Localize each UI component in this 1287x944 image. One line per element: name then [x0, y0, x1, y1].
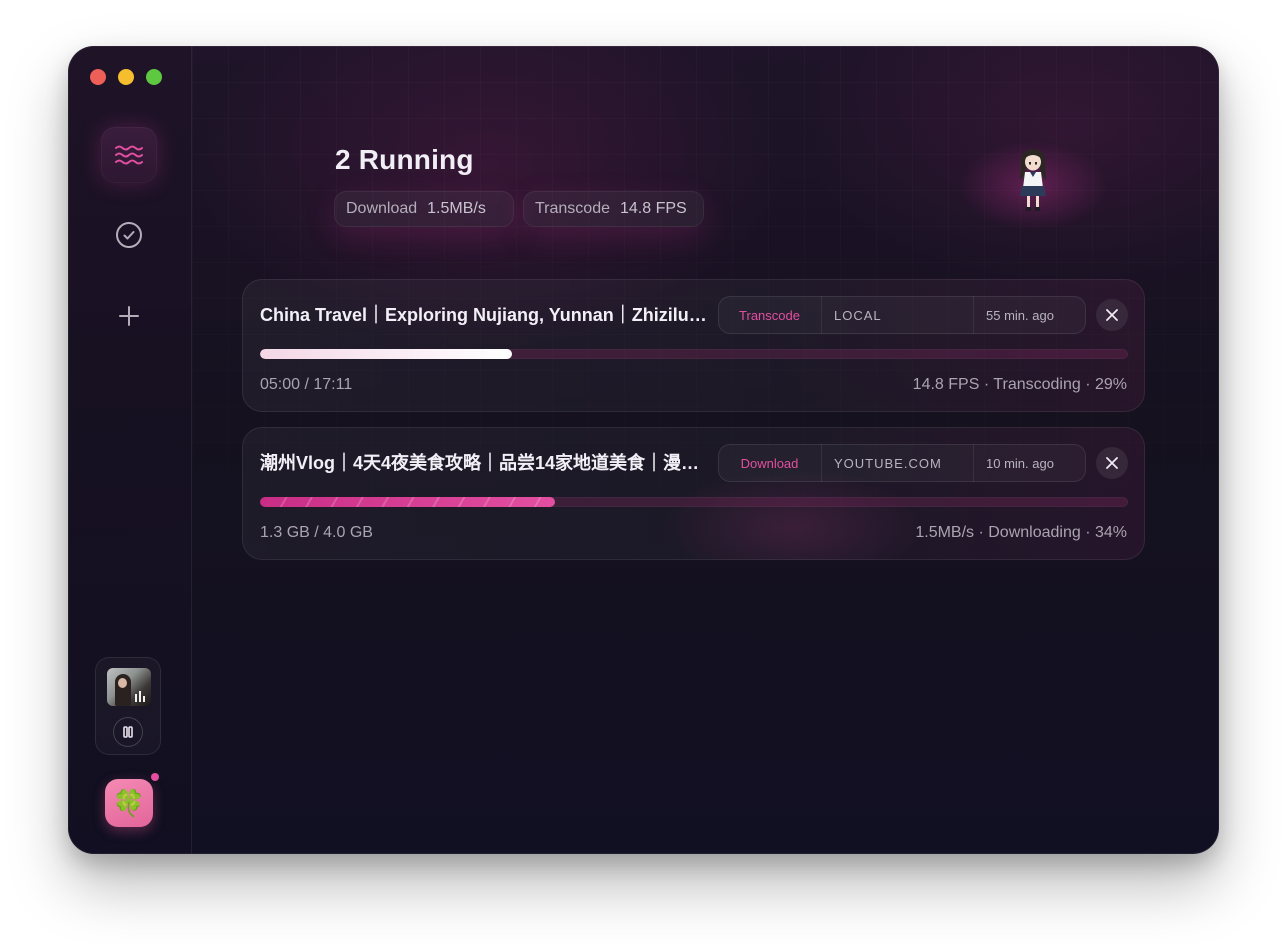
plus-icon — [119, 306, 139, 326]
stat-label: Transcode — [535, 200, 610, 217]
task-time-ago: 10 min. ago — [986, 455, 1054, 471]
cancel-task-button[interactable] — [1096, 299, 1128, 331]
task-title: 潮州Vlog｜4天4夜美食攻略｜品尝14家地道美食｜漫步古城 — [260, 453, 710, 473]
minimize-window-button[interactable] — [118, 69, 134, 85]
page-title: 2 Running — [335, 144, 474, 175]
task-position: 05:00 / 17:11 — [260, 376, 353, 393]
waves-icon — [115, 145, 143, 165]
task-position: 1.3 GB / 4.0 GB — [260, 524, 373, 541]
close-icon — [1106, 309, 1118, 321]
progress-fill — [260, 497, 556, 507]
pause-button[interactable] — [113, 717, 143, 747]
mascot-character-icon — [1020, 149, 1046, 211]
cancel-task-button[interactable] — [1096, 447, 1128, 479]
task-time-ago: 55 min. ago — [986, 307, 1054, 323]
progress-track — [260, 349, 1128, 359]
task-type-badge: Transcode — [718, 296, 822, 334]
task-status: 1.5MB/s · Downloading · 34% — [915, 524, 1127, 541]
video-thumbnail[interactable] — [107, 668, 151, 706]
task-type-badge: Download — [718, 444, 822, 482]
stat-label: Download — [346, 200, 418, 217]
check-circle-icon — [116, 222, 142, 248]
task-card-transcode[interactable]: China Travel｜Exploring Nujiang, Yunnan｜Z… — [242, 279, 1145, 412]
mini-player[interactable] — [95, 657, 161, 755]
stat-value: 14.8 FPS — [620, 200, 687, 217]
progress-fill — [260, 349, 512, 359]
stat-value: 1.5MB/s — [427, 200, 486, 217]
zoom-window-button[interactable] — [146, 69, 162, 85]
close-window-button[interactable] — [90, 69, 106, 85]
sidebar-item-add[interactable] — [101, 288, 157, 344]
close-icon — [1106, 457, 1118, 469]
sidebar: 🍀 — [68, 46, 192, 854]
task-info-pill: Transcode LOCAL 55 min. ago — [718, 296, 1086, 334]
task-title: China Travel｜Exploring Nujiang, Yunnan｜Z… — [260, 305, 710, 325]
app-window: 🍀 2 Running Download 1.5MB/s Transcode 1… — [68, 46, 1219, 854]
task-source: LOCAL — [822, 296, 974, 334]
sidebar-item-completed[interactable] — [101, 207, 157, 263]
task-info-pill: Download YOUTUBE.COM 10 min. ago — [718, 444, 1086, 482]
pause-icon — [123, 726, 133, 738]
progress-track — [260, 497, 1128, 507]
transcode-fps-stat: Transcode 14.8 FPS — [523, 191, 704, 227]
user-avatar[interactable]: 🍀 — [105, 779, 153, 827]
notification-dot — [151, 773, 159, 781]
download-speed-stat: Download 1.5MB/s — [334, 191, 514, 227]
clover-icon: 🍀 — [112, 787, 146, 818]
task-card-download[interactable]: 潮州Vlog｜4天4夜美食攻略｜品尝14家地道美食｜漫步古城 Download … — [242, 427, 1145, 560]
sidebar-item-running[interactable] — [101, 127, 157, 183]
task-source: YOUTUBE.COM — [822, 444, 974, 482]
task-status: 14.8 FPS · Transcoding · 29% — [912, 376, 1127, 393]
